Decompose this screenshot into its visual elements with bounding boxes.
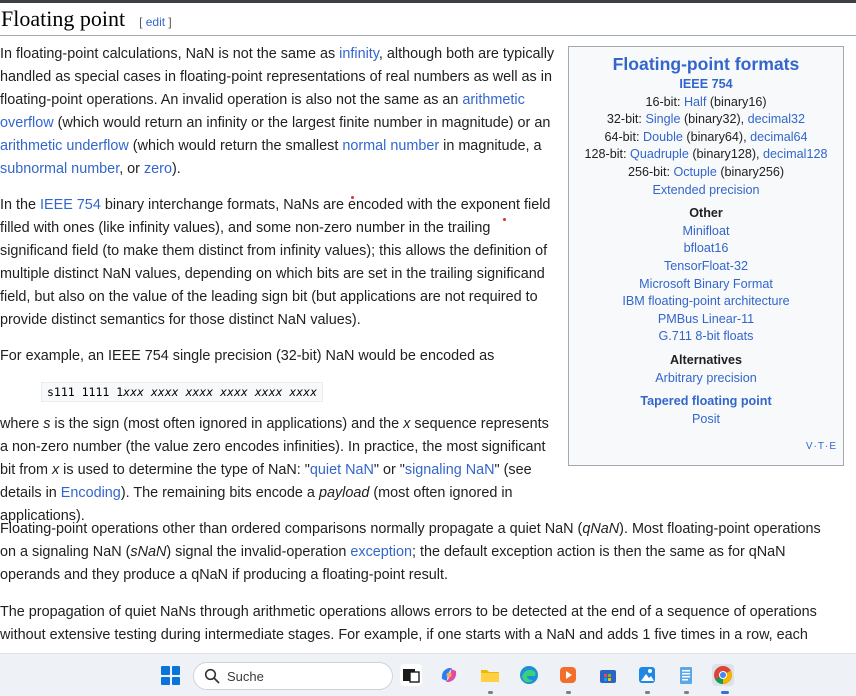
active-indicator: [721, 691, 729, 694]
paragraph-qnan-propagation: Floating-point operations other than ord…: [0, 521, 821, 583]
navbox-other-link[interactable]: Minifloat: [683, 224, 730, 238]
link-normal-number[interactable]: normal number: [342, 138, 439, 154]
link-infinity[interactable]: infinity: [339, 46, 379, 62]
navbox-format-link[interactable]: Octuple: [673, 165, 716, 179]
running-indicator: [488, 691, 493, 694]
paragraph-error-detection: The propagation of quiet NaNs through ar…: [0, 604, 817, 643]
notepad-icon[interactable]: [675, 664, 697, 686]
section-heading: Floating point [ edit ]: [0, 6, 856, 34]
edge-icon[interactable]: [518, 664, 540, 686]
navbox-format-rows: 16-bit: Half (binary16) 32-bit: Single (b…: [569, 94, 843, 182]
link-extended-precision[interactable]: Extended precision: [652, 183, 759, 197]
paragraph-ieee-encoding: In the IEEE 754 binary interchange forma…: [0, 197, 551, 328]
navbox-format-row: 128-bit: Quadruple (binary128), decimal1…: [584, 147, 828, 162]
navbox-other-row: bfloat16: [569, 240, 843, 258]
media-player-icon[interactable]: [557, 664, 579, 686]
navbox-other-link[interactable]: PMBus Linear-11: [658, 312, 754, 326]
taskbar-search-box[interactable]: Suche: [193, 662, 393, 690]
heading-divider: [0, 35, 856, 36]
chrome-icon[interactable]: [712, 664, 734, 686]
task-view-icon[interactable]: [400, 664, 422, 686]
navbox-title[interactable]: Floating-point formats: [569, 53, 843, 75]
search-icon: [204, 668, 220, 684]
navbox-other-row: IBM floating-point architecture: [569, 293, 843, 311]
file-explorer-icon[interactable]: [479, 664, 501, 686]
navbox-other-list: Minifloat bfloat16 TensorFloat-32 Microsoft…: [569, 223, 843, 346]
link-subnormal-number[interactable]: subnormal number: [0, 161, 119, 177]
navbox-extended-row: Extended precision: [569, 182, 843, 200]
running-indicator: [684, 691, 689, 694]
navbox-format-link[interactable]: Quadruple: [630, 147, 689, 161]
navbox-tapered-row: Posit: [569, 411, 843, 429]
running-indicator: [566, 691, 571, 694]
running-indicator: [645, 691, 650, 694]
navbox-other-heading: Other: [689, 206, 723, 221]
link-arbitrary-precision[interactable]: Arbitrary precision: [655, 371, 756, 385]
navbox-format-row: 32-bit: Single (binary32), decimal32: [606, 112, 806, 127]
navbox-other-row: Minifloat: [569, 223, 843, 241]
navbox-other-row: TensorFloat-32: [569, 258, 843, 276]
navbox-other-link[interactable]: IBM floating-point architecture: [622, 294, 789, 308]
navbox-ieee754-link[interactable]: IEEE 754: [679, 77, 732, 91]
navbox-decimal-link[interactable]: decimal128: [763, 147, 827, 161]
edit-section-link[interactable]: edit: [146, 15, 165, 29]
edit-bracket-close: ]: [165, 15, 172, 29]
photos-icon[interactable]: [636, 664, 658, 686]
navbox-decimal-link[interactable]: decimal32: [748, 112, 805, 126]
navbox-title-link[interactable]: Floating-point formats: [613, 54, 800, 74]
windows-taskbar: Suche: [0, 653, 856, 696]
navbox-other-link[interactable]: TensorFloat-32: [664, 259, 748, 273]
link-quiet-nan[interactable]: quiet NaN: [310, 462, 374, 478]
edit-bracket-open: [: [139, 15, 146, 29]
window-top-border: [0, 0, 856, 3]
link-exception[interactable]: exception: [350, 544, 412, 560]
link-arithmetic-underflow[interactable]: arithmetic underflow: [0, 138, 129, 154]
navbox-other-row: Microsoft Binary Format: [569, 276, 843, 294]
red-dot-mark: [503, 218, 506, 221]
navbox-ieee754-heading[interactable]: IEEE 754: [569, 76, 843, 94]
link-zero[interactable]: zero: [144, 161, 172, 177]
navbox-format-row: 256-bit: Octuple (binary256): [627, 164, 785, 179]
paragraph-sign-and-sequence: where s is the sign (most often ignored …: [0, 416, 549, 524]
link-posit[interactable]: Posit: [692, 412, 720, 426]
navbox-format-link[interactable]: Single: [645, 112, 680, 126]
navbox-other-link[interactable]: bfloat16: [684, 241, 729, 255]
link-signaling-nan[interactable]: signaling NaN: [405, 462, 495, 478]
link-encoding[interactable]: Encoding: [61, 485, 121, 501]
windows-start-icon[interactable]: [161, 666, 180, 685]
navbox-format-link[interactable]: Double: [643, 130, 683, 144]
navbox-other-row: G.711 8-bit floats: [569, 328, 843, 346]
paragraph-nan-vs-infinity: In floating-point calculations, NaN is n…: [0, 46, 555, 177]
edit-section: [ edit ]: [139, 15, 172, 29]
code-nan-encoding: s111 1111 1xxx xxxx xxxx xxxx xxxx xxxx: [41, 382, 324, 402]
copilot-icon[interactable]: [438, 664, 460, 686]
section-title: Floating point: [1, 6, 126, 31]
link-tapered-floating-point[interactable]: Tapered floating point: [640, 394, 771, 408]
navbox-alternatives-row: Arbitrary precision: [569, 370, 843, 388]
navbox-format-link[interactable]: Half: [684, 95, 706, 109]
navbox-format-row: 64-bit: Double (binary64), decimal64: [604, 129, 808, 144]
navbox-other-link[interactable]: Microsoft Binary Format: [639, 277, 773, 291]
store-icon[interactable]: [597, 664, 619, 686]
red-dot-mark: [351, 196, 354, 199]
search-placeholder: Suche: [227, 669, 264, 684]
navbox-alternatives-heading: Alternatives: [669, 352, 743, 367]
link-ieee-754[interactable]: IEEE 754: [40, 197, 101, 213]
navbox-decimal-link[interactable]: decimal64: [750, 130, 807, 144]
navbox-floating-point-formats: Floating-point formats IEEE 754 16-bit: …: [568, 46, 844, 466]
navbox-other-row: PMBus Linear-11: [569, 311, 843, 329]
paragraph-example: For example, an IEEE 754 single precisio…: [0, 348, 495, 364]
navbox-vte-links[interactable]: V·T·E: [806, 438, 837, 456]
navbox-tapered-heading[interactable]: Tapered floating point: [569, 393, 843, 411]
navbox-format-row: 16-bit: Half (binary16): [645, 94, 767, 109]
navbox-other-link[interactable]: G.711 8-bit floats: [659, 329, 754, 343]
